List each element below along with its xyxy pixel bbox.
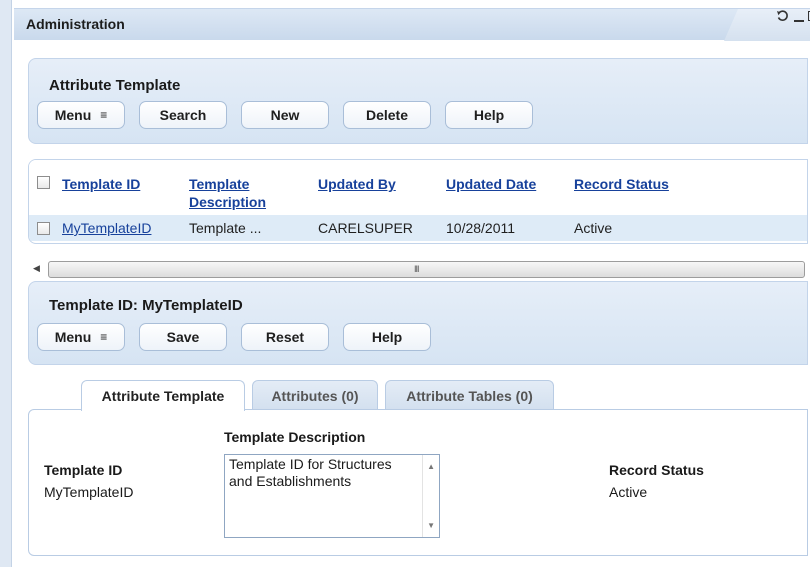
window-titlebar: Administration <box>14 8 810 41</box>
record-status-value: Active <box>609 484 648 500</box>
scrollbar-thumb[interactable]: III <box>48 261 805 278</box>
save-button[interactable]: Save <box>139 323 227 351</box>
tab-attribute-tables[interactable]: Attribute Tables (0) <box>385 380 554 410</box>
template-description-label: Template Description <box>224 429 366 445</box>
template-description-text: Template ID for Structures and Establish… <box>229 456 392 489</box>
scrollbar-grip: III <box>414 264 419 274</box>
delete-button[interactable]: Delete <box>343 101 431 129</box>
results-grid: Template ID Template Description Updated… <box>28 159 808 244</box>
textarea-scroll-up-icon[interactable]: ▲ <box>427 458 435 475</box>
menu-caret-icon: ≡ <box>100 330 108 344</box>
row-template-id-link[interactable]: MyTemplateID <box>62 220 151 236</box>
search-panel-title: Attribute Template <box>49 77 181 94</box>
left-rail <box>0 0 12 567</box>
detail-panel: Template ID: MyTemplateID Menu ≡ Save Res… <box>28 281 808 365</box>
search-panel: Attribute Template Menu ≡ Search New Dele… <box>28 58 808 144</box>
template-id-value: MyTemplateID <box>44 484 134 500</box>
column-header-template-description[interactable]: Template Description <box>189 175 284 211</box>
scroll-left-icon[interactable]: ◀ <box>33 263 40 274</box>
grid-horizontal-scrollbar[interactable]: ◀ III ▶ <box>28 261 808 278</box>
detail-panel-title: Template ID: MyTemplateID <box>49 297 243 314</box>
detail-help-button[interactable]: Help <box>343 323 431 351</box>
row-record-status: Active <box>574 220 613 236</box>
menu-caret-icon: ≡ <box>100 108 108 122</box>
column-header-record-status[interactable]: Record Status <box>574 175 669 193</box>
row-checkbox[interactable] <box>37 222 50 235</box>
column-header-template-id[interactable]: Template ID <box>62 175 140 193</box>
textarea-scroll-down-icon[interactable]: ▼ <box>427 517 435 534</box>
refresh-icon[interactable] <box>776 9 790 23</box>
table-row[interactable]: MyTemplateID Template ... CARELSUPER 10/… <box>29 215 807 241</box>
minimize-icon[interactable] <box>792 10 806 24</box>
reset-button[interactable]: Reset <box>241 323 329 351</box>
grid-header: Template ID Template Description Updated… <box>29 160 807 215</box>
column-header-updated-by[interactable]: Updated By <box>318 175 396 193</box>
template-id-label: Template ID <box>44 462 123 478</box>
window-title: Administration <box>26 16 125 32</box>
search-help-button[interactable]: Help <box>445 101 533 129</box>
row-updated-date: 10/28/2011 <box>446 220 516 236</box>
new-button[interactable]: New <box>241 101 329 129</box>
maximize-icon[interactable] <box>806 9 810 23</box>
column-header-updated-date[interactable]: Updated Date <box>446 175 536 193</box>
row-description: Template ... <box>189 220 262 236</box>
tab-attribute-template[interactable]: Attribute Template <box>81 380 245 411</box>
search-menu-button[interactable]: Menu ≡ <box>37 101 125 129</box>
row-updated-by: CARELSUPER <box>318 220 413 236</box>
attribute-template-form: Template Description Template ID MyTempl… <box>28 409 808 556</box>
select-all-checkbox[interactable] <box>37 176 50 189</box>
tab-attributes[interactable]: Attributes (0) <box>252 380 378 410</box>
detail-menu-button[interactable]: Menu ≡ <box>37 323 125 351</box>
search-button[interactable]: Search <box>139 101 227 129</box>
template-description-textarea[interactable]: Template ID for Structures and Establish… <box>224 454 440 538</box>
record-status-label: Record Status <box>609 462 704 478</box>
